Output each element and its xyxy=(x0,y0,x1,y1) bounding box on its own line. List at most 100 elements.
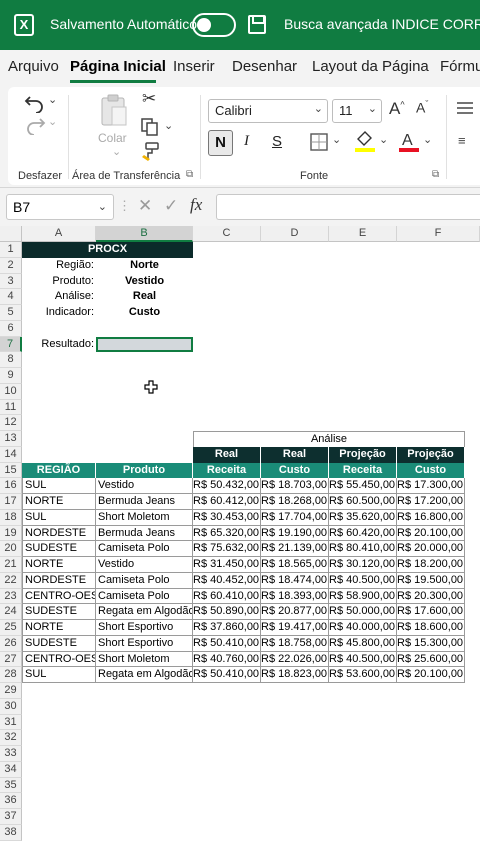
row-header[interactable]: 1 xyxy=(0,242,22,258)
table-cell[interactable]: R$ 35.620,00 xyxy=(329,509,397,526)
table-column-header[interactable]: REGIÃO xyxy=(22,462,96,479)
row-header[interactable]: 27 xyxy=(0,651,22,668)
param-value[interactable]: Custo xyxy=(96,305,193,321)
table-cell[interactable]: R$ 50.410,00 xyxy=(193,667,261,683)
table-cell[interactable]: R$ 80.410,00 xyxy=(329,541,397,557)
column-header-e[interactable]: E xyxy=(329,226,397,242)
table-cell[interactable]: R$ 22.026,00 xyxy=(261,651,329,668)
table-cell[interactable]: Camiseta Polo xyxy=(96,588,193,605)
table-cell[interactable]: SUL xyxy=(22,478,96,494)
column-header-d[interactable]: D xyxy=(261,226,329,242)
tab-inserir[interactable]: Inserir xyxy=(173,58,215,75)
row-header[interactable]: 12 xyxy=(0,415,22,431)
undo-icon[interactable] xyxy=(24,93,46,113)
borders-dropdown-icon[interactable]: ⌄ xyxy=(332,133,341,146)
column-header-f[interactable]: F xyxy=(397,226,480,242)
table-cell[interactable]: NORTE xyxy=(22,620,96,636)
row-header[interactable]: 16 xyxy=(0,478,22,494)
row-header[interactable]: 25 xyxy=(0,620,22,636)
table-cell[interactable]: R$ 65.320,00 xyxy=(193,525,261,542)
row-header[interactable]: 8 xyxy=(0,352,22,368)
autosave-toggle[interactable] xyxy=(192,13,236,37)
tab-layout-da-pagina[interactable]: Layout da Página xyxy=(312,58,429,75)
font-size-select[interactable]: 11 ⌄ xyxy=(332,99,382,123)
table-cell[interactable]: R$ 17.600,00 xyxy=(397,604,465,620)
font-name-select[interactable]: Calibri ⌄ xyxy=(208,99,328,123)
table-cell[interactable]: Bermuda Jeans xyxy=(96,525,193,542)
cut-icon[interactable]: ✂ xyxy=(142,89,156,109)
font-color-icon[interactable]: A xyxy=(398,129,420,153)
table-cell[interactable]: SUDESTE xyxy=(22,541,96,557)
param-value[interactable]: Norte xyxy=(96,258,193,274)
table-cell[interactable]: Bermuda Jeans xyxy=(96,494,193,510)
decrease-font-size-icon[interactable]: Aˇ xyxy=(416,99,428,116)
cancel-icon[interactable]: ✕ xyxy=(138,196,152,216)
row-header[interactable]: 31 xyxy=(0,714,22,731)
paste-label[interactable]: Colar xyxy=(98,131,127,145)
table-cell[interactable]: Vestido xyxy=(96,557,193,573)
paste-dropdown-icon[interactable]: ⌄ xyxy=(112,145,121,158)
increase-font-size-icon[interactable]: A^ xyxy=(389,99,405,119)
fill-color-icon[interactable] xyxy=(354,129,376,153)
row-header[interactable]: 15 xyxy=(0,462,22,479)
row-header[interactable]: 37 xyxy=(0,809,22,825)
dialog-launcher-icon[interactable]: ⧉ xyxy=(186,169,193,180)
row-header[interactable]: 30 xyxy=(0,698,22,715)
table-cell[interactable]: Short Esportivo xyxy=(96,620,193,636)
dialog-launcher-icon[interactable]: ⧉ xyxy=(432,169,439,180)
table-cell[interactable]: R$ 20.100,00 xyxy=(397,525,465,542)
select-all-corner[interactable] xyxy=(0,226,22,242)
table-cell[interactable]: R$ 50.410,00 xyxy=(193,635,261,652)
table-cell[interactable]: R$ 58.900,00 xyxy=(329,588,397,605)
tab-formulas[interactable]: Fórmu xyxy=(440,58,480,75)
column-header-c[interactable]: C xyxy=(193,226,261,242)
tab-arquivo[interactable]: Arquivo xyxy=(8,58,59,75)
table-cell[interactable]: CENTRO-OESTE xyxy=(22,651,96,668)
table-cell[interactable]: R$ 40.000,00 xyxy=(329,620,397,636)
underline-button[interactable]: S xyxy=(272,133,282,150)
table-cell[interactable]: R$ 18.200,00 xyxy=(397,557,465,573)
row-header[interactable]: 18 xyxy=(0,509,22,526)
table-cell[interactable]: R$ 30.120,00 xyxy=(329,557,397,573)
table-cell[interactable]: SUDESTE xyxy=(22,635,96,652)
table-cell[interactable]: Short Esportivo xyxy=(96,635,193,652)
table-cell[interactable]: R$ 30.453,00 xyxy=(193,509,261,526)
row-header[interactable]: 7 xyxy=(0,336,22,353)
table-cell[interactable]: R$ 19.417,00 xyxy=(261,620,329,636)
row-header[interactable]: 20 xyxy=(0,541,22,557)
row-header[interactable]: 11 xyxy=(0,399,22,416)
row-header[interactable]: 36 xyxy=(0,793,22,809)
table-cell[interactable]: R$ 18.823,00 xyxy=(261,667,329,683)
table-cell[interactable]: R$ 17.300,00 xyxy=(397,478,465,494)
table-cell[interactable]: R$ 18.393,00 xyxy=(261,588,329,605)
table-column-header[interactable]: Receita xyxy=(193,462,261,479)
param-value[interactable]: Vestido xyxy=(96,274,193,290)
row-header[interactable]: 14 xyxy=(0,446,22,463)
table-cell[interactable]: Regata em Algodão xyxy=(96,604,193,620)
result-cell[interactable] xyxy=(96,336,193,353)
table-cell[interactable]: R$ 18.758,00 xyxy=(261,635,329,652)
table-cell[interactable]: R$ 20.877,00 xyxy=(261,604,329,620)
italic-button[interactable]: I xyxy=(244,133,249,150)
table-cell[interactable]: SUL xyxy=(22,667,96,683)
row-header[interactable]: 3 xyxy=(0,273,22,290)
table-cell[interactable]: R$ 53.600,00 xyxy=(329,667,397,683)
row-header[interactable]: 34 xyxy=(0,761,22,778)
align-left-icon[interactable]: ≡ xyxy=(458,133,466,148)
row-header[interactable]: 19 xyxy=(0,525,22,542)
table-cell[interactable]: R$ 50.432,00 xyxy=(193,478,261,494)
paste-icon[interactable] xyxy=(100,93,128,127)
fill-color-dropdown-icon[interactable]: ⌄ xyxy=(379,133,388,146)
table-cell[interactable]: R$ 40.500,00 xyxy=(329,572,397,589)
table-cell[interactable]: R$ 17.704,00 xyxy=(261,509,329,526)
column-header-a[interactable]: A xyxy=(22,226,96,242)
row-header[interactable]: 22 xyxy=(0,572,22,589)
redo-dropdown-icon[interactable]: ⌄ xyxy=(48,115,57,128)
undo-dropdown-icon[interactable]: ⌄ xyxy=(48,93,57,106)
borders-icon[interactable] xyxy=(310,133,328,151)
table-cell[interactable]: R$ 19.190,00 xyxy=(261,525,329,542)
table-cell[interactable]: R$ 18.600,00 xyxy=(397,620,465,636)
row-header[interactable]: 29 xyxy=(0,683,22,699)
tab-desenhar[interactable]: Desenhar xyxy=(232,58,297,75)
column-header-b[interactable]: B xyxy=(96,226,193,242)
